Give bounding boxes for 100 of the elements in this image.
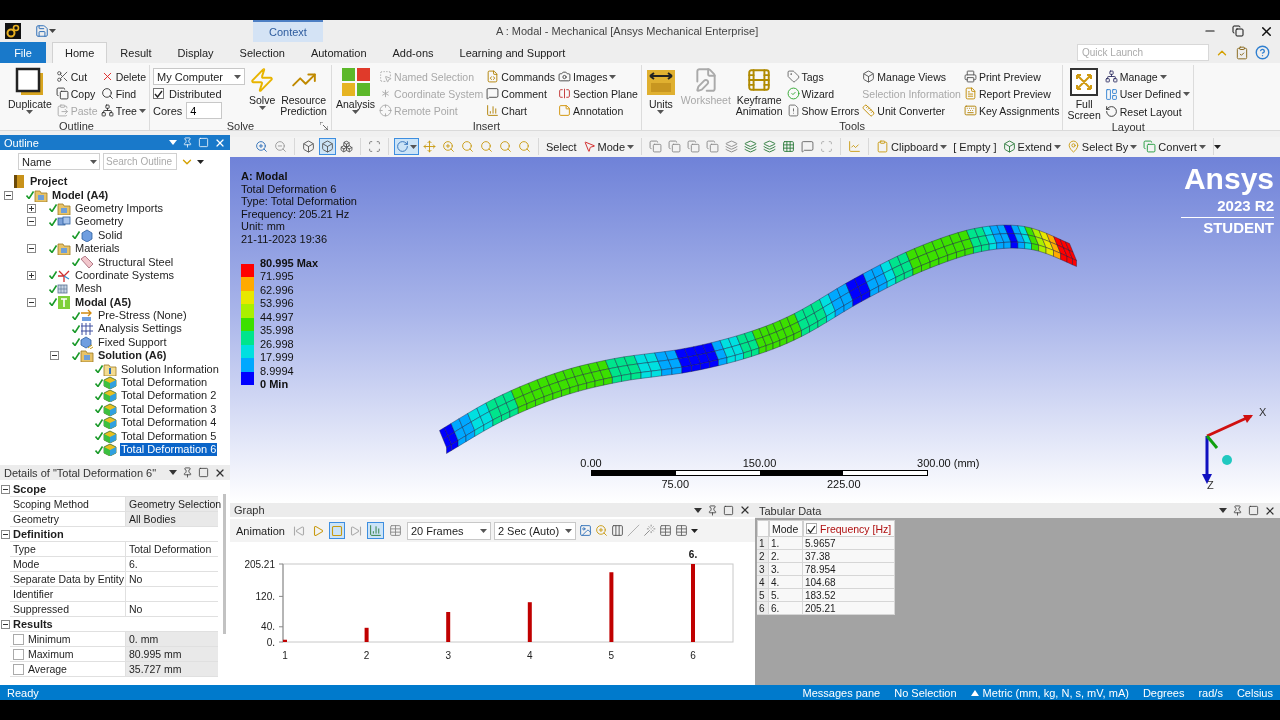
maximize-icon[interactable] [723, 504, 734, 516]
search-field[interactable]: Search Outline [103, 153, 177, 170]
ribbon-button[interactable]: Tags [786, 68, 860, 85]
help-icon[interactable] [1255, 45, 1270, 60]
expand-toggle[interactable] [50, 351, 59, 361]
ribbon-tab[interactable]: Home [52, 42, 108, 63]
property-value[interactable]: All Bodies [126, 512, 218, 527]
duration-dropdown[interactable]: 2 Sec (Auto) [493, 521, 576, 540]
table-icon[interactable] [658, 524, 672, 538]
save-icon[interactable] [35, 24, 49, 38]
tree-item[interactable]: Geometry [74, 215, 125, 229]
ribbon-button[interactable]: Analysis [334, 65, 377, 120]
maximize-icon[interactable] [1248, 505, 1259, 516]
ribbon-button[interactable]: Unit Converter [862, 102, 961, 119]
ribbon-button[interactable]: Solve [248, 65, 277, 120]
ribbon-tab[interactable]: Automation [297, 42, 380, 63]
toolbar-button[interactable] [319, 138, 336, 156]
ribbon-button[interactable]: Section Plane [558, 85, 638, 102]
scrollbar-thumb[interactable] [222, 494, 226, 634]
tree-item[interactable]: Coordinate Systems [74, 268, 176, 282]
ribbon-tab[interactable]: Learning and Support [446, 42, 579, 63]
expand-toggle[interactable] [0, 620, 10, 629]
ribbon-tab[interactable]: Selection [226, 42, 298, 63]
tree-item[interactable]: Project [29, 175, 69, 189]
expand-toggle[interactable] [27, 297, 36, 307]
ribbon-button[interactable]: User Defined [1104, 85, 1191, 103]
zoom-in-icon[interactable] [594, 524, 608, 538]
ribbon-button[interactable]: Show Errors [786, 102, 860, 119]
ribbon-button[interactable]: Tree [100, 102, 146, 119]
pin-icon[interactable] [707, 504, 718, 516]
dropdown-icon[interactable] [169, 470, 177, 475]
status-text[interactable]: Messages pane [802, 686, 881, 699]
ribbon-button[interactable]: Full Screen [1066, 65, 1102, 121]
ribbon-button[interactable]: Delete [100, 68, 146, 85]
cores-field[interactable]: 4 [186, 102, 223, 119]
ribbon-button[interactable]: Commands [486, 68, 556, 85]
solver-dropdown[interactable]: My Computer [153, 68, 245, 85]
ribbon-button[interactable]: Chart [486, 102, 556, 119]
wand-icon[interactable] [642, 524, 656, 538]
tree-item[interactable]: Materials [74, 242, 121, 256]
status-text[interactable]: No Selection [894, 686, 957, 699]
tree-item[interactable]: Solution Information [120, 362, 220, 376]
toolbar-button[interactable] [742, 138, 760, 156]
tree-item[interactable]: Total Deformation 6 [120, 443, 218, 456]
distributed-checkbox[interactable]: Distributed [153, 85, 245, 102]
pin-icon[interactable] [1232, 505, 1243, 516]
model-viewport[interactable] [230, 156, 1280, 503]
tree-item[interactable]: Solid [97, 228, 124, 242]
ribbon-button[interactable]: Report Preview [963, 85, 1060, 102]
column-header[interactable]: Mode [769, 520, 803, 537]
ribbon-button[interactable]: Find [100, 85, 146, 102]
tree-item[interactable]: Pre-Stress (None) [97, 309, 188, 323]
quick-launch-field[interactable]: Quick Launch [1077, 44, 1209, 61]
toolbar-button[interactable]: Mode [580, 138, 637, 156]
pin-icon[interactable] [182, 467, 193, 478]
tree-item[interactable]: Geometry Imports [74, 201, 165, 215]
ribbon-button[interactable]: Resource Prediction [279, 65, 328, 120]
frames-dropdown[interactable]: 20 Frames [406, 521, 491, 540]
checkbox[interactable] [806, 523, 817, 534]
tree-item[interactable]: Model (A4) [51, 188, 110, 202]
expand-toggle[interactable] [4, 190, 13, 200]
toolbar-button[interactable] [300, 138, 317, 156]
ribbon-button[interactable]: Reset Layout [1104, 103, 1191, 120]
property-value[interactable]: 0. mm [126, 632, 218, 647]
ribbon-button[interactable]: Wizard [786, 85, 860, 102]
tree-item[interactable]: Fixed Support [97, 335, 168, 349]
ribbon-tab[interactable]: Display [164, 42, 227, 63]
property-value[interactable]: Total Deformation [126, 542, 218, 557]
property-value[interactable]: 6. [126, 557, 218, 572]
checkbox[interactable] [13, 648, 24, 660]
ribbon-button[interactable]: Images [558, 68, 638, 85]
toolbar-button[interactable] [799, 138, 817, 156]
expand-toggle[interactable] [0, 485, 10, 494]
ribbon-button[interactable]: Manage Views [862, 68, 961, 85]
tree-item[interactable]: Solution (A6) [97, 349, 168, 363]
column-header[interactable]: Frequency [Hz] [803, 520, 895, 537]
tree-item[interactable]: Analysis Settings [97, 322, 183, 336]
ribbon-button[interactable]: Duplicate [7, 65, 53, 120]
status-text[interactable]: rad/s [1198, 686, 1223, 699]
ribbon-button[interactable]: Key Assignments [963, 102, 1060, 119]
ribbon-tab[interactable]: Result [107, 42, 165, 63]
dropdown-icon[interactable] [1219, 508, 1227, 513]
restore-icon[interactable] [1232, 25, 1244, 37]
toolbar-button[interactable]: Select By [1064, 138, 1140, 156]
ribbon-button[interactable]: Copy [55, 85, 98, 102]
toolbar-button[interactable]: Select [544, 138, 579, 156]
maximize-icon[interactable] [198, 467, 209, 478]
property-value[interactable]: No [126, 602, 218, 617]
ribbon-tab[interactable]: File [0, 42, 46, 63]
column-dropdown[interactable]: Name [18, 153, 100, 170]
gears-icon[interactable] [5, 23, 21, 39]
ribbon-button[interactable]: Annotation [558, 102, 638, 119]
playback-button[interactable] [328, 522, 345, 540]
status-text[interactable]: Degrees [1142, 686, 1185, 699]
expand-toggle[interactable] [27, 203, 36, 213]
toolbar-button[interactable] [394, 138, 419, 156]
tree-item[interactable]: Total Deformation 3 [120, 402, 218, 416]
tree-item[interactable]: Total Deformation [120, 376, 209, 390]
toolbar-button[interactable]: [ Empty ] [951, 138, 999, 156]
pin-icon[interactable] [182, 137, 193, 148]
